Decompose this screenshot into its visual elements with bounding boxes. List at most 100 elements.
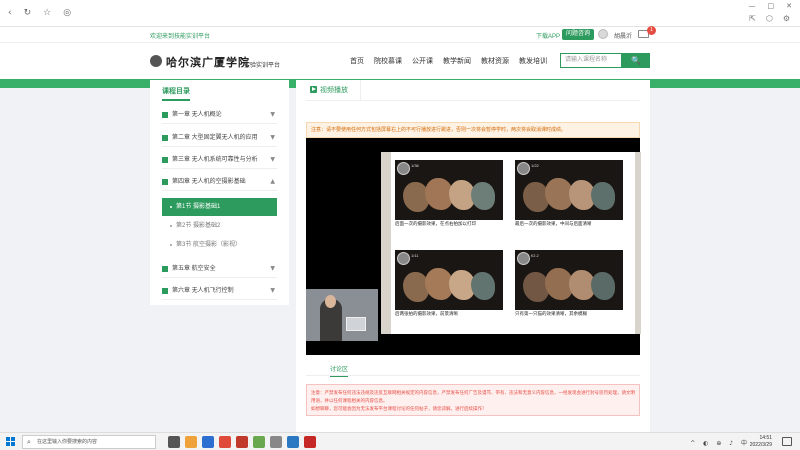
back-icon[interactable]: ‹: [8, 9, 12, 18]
aperture-icon: [397, 162, 410, 175]
chapter-item[interactable]: 第六章 无人机飞行控制 ▼: [162, 282, 277, 300]
site-header: 哈尔滨广厦学院 实验实训平台 首页 院校慕课 公开课 教学新闻 教材资源 教发培…: [0, 43, 800, 79]
chapter-label: 第二章 大型固定翼无人机的应用: [172, 135, 258, 141]
bullet-icon: [170, 206, 172, 208]
chevron-down-icon: ▼: [270, 287, 275, 294]
reload-icon[interactable]: ↻: [24, 9, 32, 18]
content-panel: 视频播放 注意：请不要使用任何方式包括屏幕右上的不可行播放进行跳进，否则一次将会…: [296, 80, 650, 432]
favorite-icon[interactable]: ☆: [43, 9, 51, 18]
taskbar-app-icon[interactable]: [270, 436, 282, 448]
section-item[interactable]: 第2节 摄影基础2: [162, 217, 277, 235]
nav-public-course[interactable]: 公开课: [412, 56, 433, 66]
chapter-item[interactable]: 第四章 无人机的空摄影基础 ▲: [162, 173, 277, 191]
site-topbar: 欢迎来到技能实训平台 下载APP 问题咨询 胡晨沂 1: [0, 26, 800, 43]
taskbar-app-icon[interactable]: [253, 436, 265, 448]
lecturer-camera-inset: [306, 289, 378, 341]
taskbar-clock[interactable]: 14:51 2022/3/29: [750, 435, 772, 449]
browser-chrome: ‹ ↻ ☆ ◎ — □ ✕ ⇱ ⬡ ⚙: [0, 0, 800, 27]
consult-button[interactable]: 问题咨询: [562, 29, 595, 40]
close-button[interactable]: ✕: [786, 2, 792, 10]
welcome-text: 欢迎来到技能实训平台: [150, 34, 211, 40]
chapter-item[interactable]: 第三章 无人机系统可靠性与分析 ▼: [162, 151, 277, 169]
nav-training[interactable]: 教发培训: [519, 56, 547, 66]
chapter-label: 第三章 无人机系统可靠性与分析: [172, 157, 258, 163]
windows-start-icon[interactable]: [6, 437, 16, 447]
settings-icon[interactable]: ⚙: [783, 14, 790, 23]
chapter-item[interactable]: 第一章 无人机概论 ▼: [162, 106, 277, 124]
aperture-icon: [397, 252, 410, 265]
chapter-item[interactable]: 第二章 大型固定翼无人机的应用 ▼: [162, 129, 277, 147]
nav-home[interactable]: 首页: [350, 56, 364, 66]
notification-icon[interactable]: [782, 437, 792, 446]
search-icon: ⌕: [27, 438, 31, 446]
tab-video[interactable]: 视频播放: [310, 85, 348, 95]
chapter-item[interactable]: 第五章 航空安全 ▼: [162, 260, 277, 278]
chapter-label: 第五章 航空安全: [172, 266, 216, 272]
taskbar-app-icon[interactable]: [304, 436, 316, 448]
taskbar-app-icon[interactable]: [202, 436, 214, 448]
chevron-up-icon: ▲: [270, 178, 275, 185]
globe-icon[interactable]: ◎: [63, 9, 71, 18]
download-app-link[interactable]: 下载APP: [536, 31, 560, 40]
panel-caption: 最后一次的摄影效果，中间与后面清晰: [515, 221, 592, 226]
main-nav: 首页 院校慕课 公开课 教学新闻 教材资源 教发培训: [350, 56, 547, 66]
chevron-down-icon: ▼: [270, 265, 275, 272]
course-catalog-sidebar: 课程目录 第一章 无人机概论 ▼ 第二章 大型固定翼无人机的应用 ▼ 第三章 无…: [150, 80, 289, 305]
slide-photo-panel: f/2.2 只有第一只猫的效果清晰，其余模糊: [515, 250, 623, 322]
logo-text[interactable]: 哈尔滨广厦学院: [166, 54, 250, 70]
chevron-down-icon: ▼: [270, 111, 275, 118]
clock-time: 14:51: [759, 435, 772, 441]
cat-figurine-photo: [395, 250, 503, 310]
nav-news[interactable]: 教学新闻: [443, 56, 471, 66]
system-tray[interactable]: ^ ◐ ⊕ ♪ 中: [690, 438, 750, 447]
tab-underline: [306, 100, 640, 101]
aperture-value: 1/36: [411, 163, 419, 168]
logo-subtitle: 实验实训平台: [244, 63, 281, 69]
nav-resources[interactable]: 教材资源: [481, 56, 509, 66]
taskbar-app-icon[interactable]: [287, 436, 299, 448]
taskbar-app-icon[interactable]: [219, 436, 231, 448]
laptop-shape: [346, 317, 366, 331]
chevron-down-icon: ▼: [270, 156, 275, 163]
section-item[interactable]: 第3节 航空摄影（影视）: [162, 236, 277, 254]
bullet-icon: [170, 225, 172, 227]
cat-figurine-photo: [515, 160, 623, 220]
section-item-active[interactable]: 第1节 摄影基础1: [162, 198, 277, 216]
maximize-button[interactable]: □: [768, 2, 775, 10]
username[interactable]: 胡晨沂: [614, 31, 632, 40]
slide-photo-panel: 1/22 最后一次的摄影效果，中间与后面清晰: [515, 160, 623, 232]
section-label: 第2节 摄影基础2: [176, 223, 221, 229]
aperture-icon: [517, 162, 530, 175]
taskbar-app-icon[interactable]: [236, 436, 248, 448]
extension-icon[interactable]: ⬡: [766, 14, 773, 23]
slide-photo-panel: 1/11 后两张拍的摄影效果，前景清晰: [395, 250, 503, 322]
aperture-icon: [517, 252, 530, 265]
search-input[interactable]: 请输入课程名称: [560, 53, 622, 68]
book-icon: [162, 179, 168, 185]
chevron-down-icon: ▼: [270, 134, 275, 141]
share-icon[interactable]: ⇱: [749, 14, 756, 23]
video-player[interactable]: 1/36 后面一次的摄影效果，在点右拍加以打印 1/22 最后一次的摄影效果，中…: [306, 138, 641, 355]
window-controls: — □ ✕: [749, 2, 793, 10]
book-icon: [162, 157, 168, 163]
catalog-title: 课程目录: [162, 86, 190, 101]
discussion-divider: [306, 375, 640, 376]
taskbar-search[interactable]: ⌕ 在这里输入你要搜索的内容: [22, 435, 156, 449]
lecture-slide: 1/36 后面一次的摄影效果，在点右拍加以打印 1/22 最后一次的摄影效果，中…: [381, 152, 641, 334]
nav-mooc[interactable]: 院校慕课: [374, 56, 402, 66]
aperture-value: f/2.2: [531, 253, 539, 258]
section-label: 第3节 航空摄影（影视）: [176, 242, 242, 248]
discussion-notice-line-1: 注意：严禁发布任何违法违规及违反互联网相关规定的内容信息，严禁发布任何广告及谩骂…: [311, 390, 635, 403]
discussion-notice: 注意：严禁发布任何违法违规及违反互联网相关规定的内容信息，严禁发布任何广告及谩骂…: [306, 384, 640, 416]
book-icon: [162, 288, 168, 294]
aperture-value: 1/22: [531, 163, 539, 168]
notice-warning: 注意：请不要使用任何方式包括屏幕右上的不可行播放进行跳进，否则一次将会暂停学时，…: [306, 122, 640, 138]
taskbar-app-icon[interactable]: [185, 436, 197, 448]
play-icon: [310, 86, 317, 93]
search-button[interactable]: 🔍: [622, 53, 650, 68]
avatar[interactable]: [598, 29, 608, 39]
taskbar-app-icon[interactable]: [168, 436, 180, 448]
minimize-button[interactable]: —: [749, 2, 756, 10]
tab-video-label: 视频播放: [320, 87, 348, 94]
cat-figurine-photo: [395, 160, 503, 220]
